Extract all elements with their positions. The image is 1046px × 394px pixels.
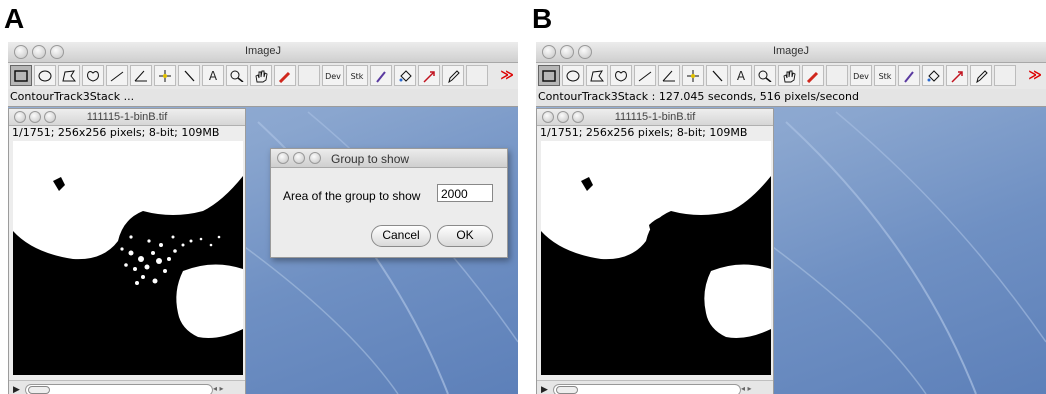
point-tool[interactable] xyxy=(154,65,176,86)
empty-slot xyxy=(994,65,1016,86)
text-tool[interactable]: A xyxy=(202,65,224,86)
stack-slider[interactable]: ▶ ◂ ▸ xyxy=(537,380,773,394)
text-tool[interactable]: A xyxy=(730,65,752,86)
imagej-titlebar[interactable]: ImageJ xyxy=(8,42,518,63)
image-window: 111115-1-binB.tif 1/1751; 256x256 pixels… xyxy=(8,108,246,394)
empty-slot xyxy=(826,65,848,86)
slider-arrows-icon[interactable]: ◂ ▸ xyxy=(213,384,224,393)
window-title: ImageJ xyxy=(244,45,282,57)
rectangle-tool[interactable] xyxy=(538,65,560,86)
group-to-show-dialog: Group to show Area of the group to show … xyxy=(270,148,508,258)
window-title: ImageJ xyxy=(772,45,810,57)
magnifier-icon[interactable] xyxy=(754,65,776,86)
brush-icon[interactable] xyxy=(898,65,920,86)
dev-menu[interactable]: Dev xyxy=(322,65,344,86)
polygon-tool[interactable] xyxy=(58,65,80,86)
play-icon[interactable]: ▶ xyxy=(13,385,20,394)
line-tool[interactable] xyxy=(106,65,128,86)
line-tool[interactable] xyxy=(634,65,656,86)
color-picker-icon[interactable] xyxy=(274,65,296,86)
panel-a: A ImageJ A Dev Stk ≫ ContourTrack3Stack … xyxy=(0,0,518,394)
area-input[interactable]: 2000 xyxy=(437,184,493,202)
zoom-button[interactable] xyxy=(309,152,321,164)
imagej-window: ImageJ A Dev Stk xyxy=(536,42,1046,107)
binary-image-content xyxy=(13,141,243,375)
empty-slot xyxy=(466,65,488,86)
minimize-button[interactable] xyxy=(293,152,305,164)
wand-tool[interactable] xyxy=(178,65,200,86)
arrow-tool-icon[interactable] xyxy=(946,65,968,86)
area-label: Area of the group to show xyxy=(283,189,421,203)
image-titlebar[interactable]: 111115-1-binB.tif xyxy=(537,109,773,126)
image-info: 1/1751; 256x256 pixels; 8-bit; 109MB xyxy=(12,126,220,139)
more-tools-icon[interactable]: ≫ xyxy=(1024,65,1046,86)
dialog-titlebar[interactable]: Group to show xyxy=(271,149,507,168)
imagej-titlebar[interactable]: ImageJ xyxy=(536,42,1046,63)
oval-tool[interactable] xyxy=(34,65,56,86)
image-titlebar[interactable]: 111115-1-binB.tif xyxy=(9,109,245,126)
more-tools-icon[interactable]: ≫ xyxy=(496,65,518,86)
image-window: 111115-1-binB.tif 1/1751; 256x256 pixels… xyxy=(536,108,774,394)
close-button[interactable] xyxy=(277,152,289,164)
image-title: 111115-1-binB.tif xyxy=(86,111,168,123)
freehand-tool[interactable] xyxy=(82,65,104,86)
desktop: ImageJ A Dev Stk xyxy=(536,42,1046,394)
cancel-button[interactable]: Cancel xyxy=(371,225,431,247)
wand-tool[interactable] xyxy=(706,65,728,86)
binary-image[interactable] xyxy=(13,141,243,375)
arrow-tool-icon[interactable] xyxy=(418,65,440,86)
imagej-window: ImageJ A Dev Stk xyxy=(8,42,518,107)
pencil-icon[interactable] xyxy=(442,65,464,86)
binary-image-content xyxy=(541,141,771,375)
magnifier-icon[interactable] xyxy=(226,65,248,86)
brush-icon[interactable] xyxy=(370,65,392,86)
oval-tool[interactable] xyxy=(562,65,584,86)
empty-slot xyxy=(298,65,320,86)
color-picker-icon[interactable] xyxy=(802,65,824,86)
status-text: ContourTrack3Stack ... xyxy=(10,90,135,103)
slider-track[interactable] xyxy=(553,384,741,394)
panel-label: A xyxy=(4,3,25,34)
slider-thumb[interactable] xyxy=(556,386,578,394)
hand-scroll-icon[interactable] xyxy=(778,65,800,86)
hand-scroll-icon[interactable] xyxy=(250,65,272,86)
stk-menu[interactable]: Stk xyxy=(874,65,896,86)
image-title: 111115-1-binB.tif xyxy=(614,111,696,123)
tool-bar: A Dev Stk ≫ xyxy=(536,63,1046,89)
dialog-title: Group to show xyxy=(331,152,410,166)
slider-thumb[interactable] xyxy=(28,386,50,394)
freehand-tool[interactable] xyxy=(610,65,632,86)
polygon-tool[interactable] xyxy=(586,65,608,86)
slider-arrows-icon[interactable]: ◂ ▸ xyxy=(741,384,752,393)
point-tool[interactable] xyxy=(682,65,704,86)
dev-menu[interactable]: Dev xyxy=(850,65,872,86)
rectangle-tool[interactable] xyxy=(10,65,32,86)
play-icon[interactable]: ▶ xyxy=(541,385,548,394)
pencil-icon[interactable] xyxy=(970,65,992,86)
stk-menu[interactable]: Stk xyxy=(346,65,368,86)
angle-tool[interactable] xyxy=(130,65,152,86)
binary-image[interactable] xyxy=(541,141,771,375)
status-text: ContourTrack3Stack : 127.045 seconds, 51… xyxy=(538,90,859,103)
slider-track[interactable] xyxy=(25,384,213,394)
tool-bar: A Dev Stk ≫ xyxy=(8,63,518,89)
desktop: ImageJ A Dev Stk xyxy=(8,42,518,394)
ok-button[interactable]: OK xyxy=(437,225,493,247)
image-info: 1/1751; 256x256 pixels; 8-bit; 109MB xyxy=(540,126,748,139)
flood-fill-icon[interactable] xyxy=(922,65,944,86)
angle-tool[interactable] xyxy=(658,65,680,86)
panel-b: B ImageJ A Dev Stk ≫ ContourTrack3Stack … xyxy=(528,0,1046,394)
panel-label: B xyxy=(532,3,553,34)
stack-slider[interactable]: ▶ ◂ ▸ xyxy=(9,380,245,394)
flood-fill-icon[interactable] xyxy=(394,65,416,86)
